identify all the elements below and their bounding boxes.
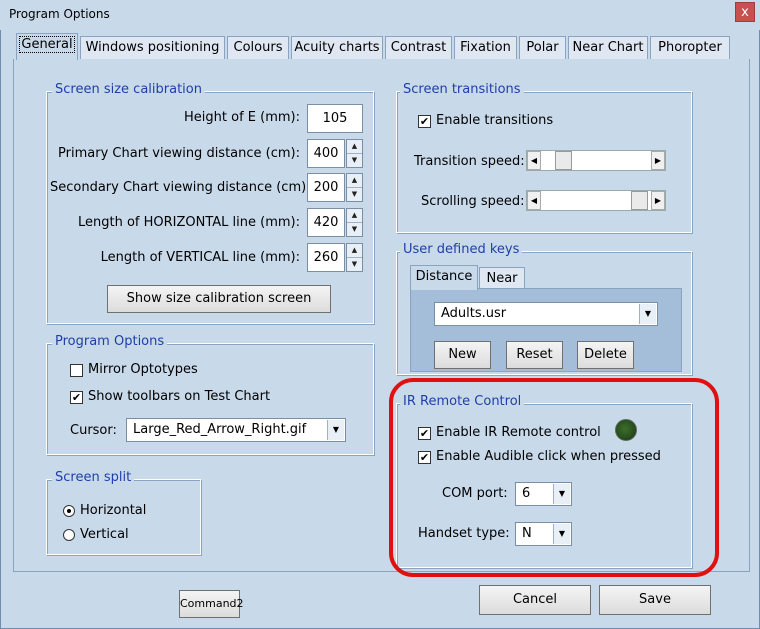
spin-up-icon[interactable]: ▲ xyxy=(347,174,362,188)
vertical-radio-label: Vertical xyxy=(80,527,129,542)
cursor-select[interactable]: Large_Red_Arrow_Right.gif ▼ xyxy=(126,418,346,442)
user-keys-file-value: Adults.usr xyxy=(441,306,507,321)
reset-button[interactable]: Reset xyxy=(506,341,563,369)
scrolling-speed-label: Scrolling speed: xyxy=(421,194,525,209)
tab-near[interactable]: Near xyxy=(479,267,525,288)
secondary-distance-label: Secondary Chart viewing distance (cm): xyxy=(50,180,311,195)
title-bar xyxy=(0,0,760,30)
spin-down-icon[interactable]: ▼ xyxy=(347,188,362,202)
vertical-line-spinner[interactable]: ▲ ▼ xyxy=(346,243,363,272)
cancel-button[interactable]: Cancel xyxy=(479,585,591,615)
spin-down-icon[interactable]: ▼ xyxy=(347,258,362,272)
command2-button[interactable]: Command2 xyxy=(179,590,244,618)
scroll-left-icon[interactable]: ◀ xyxy=(527,191,541,210)
spin-up-icon[interactable]: ▲ xyxy=(347,140,362,154)
scrolling-speed-slider[interactable]: ◀ ▶ xyxy=(526,190,666,211)
primary-distance-label: Primary Chart viewing distance (cm): xyxy=(58,146,300,161)
save-button[interactable]: Save xyxy=(599,585,711,615)
user-keys-file-select[interactable]: Adults.usr ▼ xyxy=(434,302,658,326)
height-e-field[interactable]: 105 xyxy=(307,104,363,133)
delete-button[interactable]: Delete xyxy=(577,341,634,369)
screen-calibration-title: Screen size calibration xyxy=(52,82,205,97)
transition-speed-label: Transition speed: xyxy=(414,154,525,169)
cursor-select-value: Large_Red_Arrow_Right.gif xyxy=(133,422,307,437)
horizontal-line-field[interactable]: 420 xyxy=(307,208,345,237)
tab-distance[interactable]: Distance xyxy=(410,265,478,290)
slider-thumb[interactable] xyxy=(631,191,648,210)
screen-transitions-title: Screen transitions xyxy=(400,82,524,97)
transition-speed-slider[interactable]: ◀ ▶ xyxy=(526,150,666,171)
secondary-distance-field[interactable]: 200 xyxy=(307,173,345,202)
scroll-right-icon[interactable]: ▶ xyxy=(651,191,665,210)
tab-general[interactable]: General xyxy=(16,33,78,60)
mirror-optotypes-checkbox[interactable] xyxy=(70,364,83,377)
height-e-label: Height of E (mm): xyxy=(184,110,300,125)
tab-polar[interactable]: Polar xyxy=(519,36,566,59)
cursor-label: Cursor: xyxy=(70,423,117,438)
new-button[interactable]: New xyxy=(434,341,491,369)
tab-fixation[interactable]: Fixation xyxy=(454,36,517,59)
vertical-line-field[interactable]: 260 xyxy=(307,243,345,272)
highlight-ring xyxy=(389,378,719,577)
tab-contrast[interactable]: Contrast xyxy=(385,36,452,59)
scroll-right-icon[interactable]: ▶ xyxy=(651,151,665,170)
primary-distance-spinner[interactable]: ▲ ▼ xyxy=(346,139,363,168)
tab-phoropter[interactable]: Phoropter xyxy=(650,36,730,59)
vertical-radio[interactable] xyxy=(63,529,75,541)
enable-transitions-label: Enable transitions xyxy=(436,113,554,128)
horizontal-line-spinner[interactable]: ▲ ▼ xyxy=(346,208,363,237)
spin-up-icon[interactable]: ▲ xyxy=(347,209,362,223)
tab-general-label: General xyxy=(19,36,75,53)
window-title: Program Options xyxy=(9,7,110,21)
horizontal-radio[interactable] xyxy=(63,505,75,517)
mirror-optotypes-label: Mirror Optotypes xyxy=(88,362,198,377)
show-toolbars-label: Show toolbars on Test Chart xyxy=(88,389,271,404)
tab-windows-positioning[interactable]: Windows positioning xyxy=(80,36,225,59)
primary-distance-field[interactable]: 400 xyxy=(307,139,345,168)
tab-colours[interactable]: Colours xyxy=(227,36,289,59)
slider-thumb[interactable] xyxy=(555,151,572,170)
horizontal-line-label: Length of HORIZONTAL line (mm): xyxy=(77,215,300,230)
program-options-title: Program Options xyxy=(52,334,168,349)
spin-up-icon[interactable]: ▲ xyxy=(347,244,362,258)
spin-down-icon[interactable]: ▼ xyxy=(347,154,362,168)
close-button[interactable]: x xyxy=(735,2,755,22)
secondary-distance-spinner[interactable]: ▲ ▼ xyxy=(346,173,363,202)
show-toolbars-checkbox[interactable]: ✔ xyxy=(70,391,83,404)
user-keys-title: User defined keys xyxy=(400,242,523,257)
tab-acuity-charts[interactable]: Acuity charts xyxy=(291,36,383,59)
screen-split-title: Screen split xyxy=(52,470,135,485)
show-calibration-button[interactable]: Show size calibration screen xyxy=(107,285,331,313)
enable-transitions-checkbox[interactable]: ✔ xyxy=(418,115,431,128)
chevron-down-icon[interactable]: ▼ xyxy=(327,420,344,440)
scroll-left-icon[interactable]: ◀ xyxy=(527,151,541,170)
horizontal-radio-label: Horizontal xyxy=(80,503,147,518)
vertical-line-label: Length of VERTICAL line (mm): xyxy=(100,250,300,265)
chevron-down-icon[interactable]: ▼ xyxy=(639,304,656,324)
spin-down-icon[interactable]: ▼ xyxy=(347,223,362,237)
tab-near-chart[interactable]: Near Chart xyxy=(568,36,648,59)
